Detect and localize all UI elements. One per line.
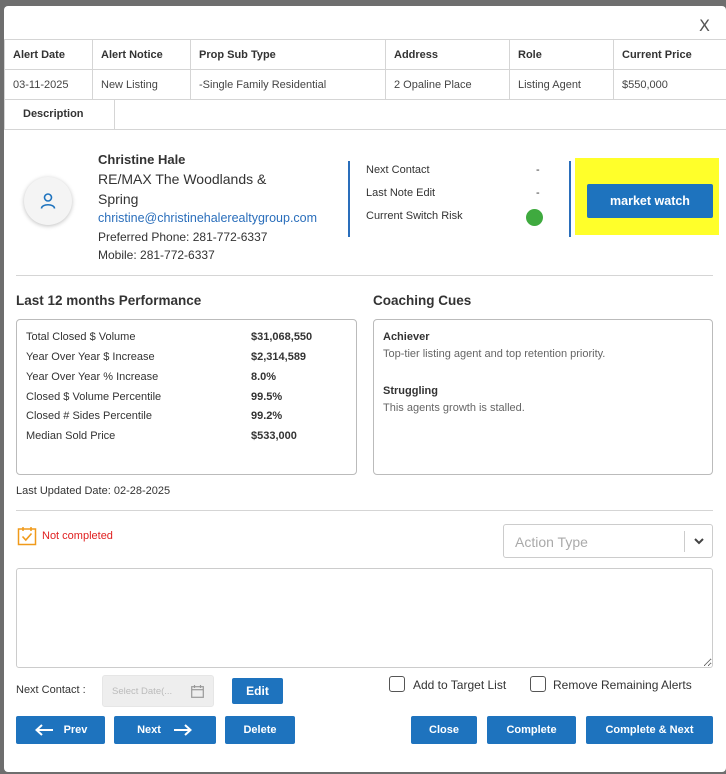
perf-row: Total Closed $ Volume $31,068,550 [26,331,346,343]
agent-office-line2: Spring [98,191,139,207]
avatar [24,177,72,225]
contact-info: Next Contact - Last Note Edit - Current … [366,164,546,233]
perf-label: Closed $ Volume Percentile [26,391,162,403]
cell-address: 2 Opaline Place [385,69,510,100]
perf-label: Closed # Sides Percentile [26,410,152,422]
perf-row: Closed $ Volume Percentile 99.5% [26,391,346,403]
perf-value: 8.0% [251,371,277,383]
last-note-info: Last Note Edit - [366,187,546,210]
cue-text: Top-tier listing agent and top retention… [383,348,606,360]
perf-row: Closed # Sides Percentile 99.2% [26,410,346,422]
status-label: Not completed [42,530,113,542]
cell-alert-notice: New Listing [92,69,191,100]
cell-prop-sub-type: -Single Family Residential [190,69,386,100]
description-row: Description [4,99,726,130]
complete-next-button[interactable]: Complete & Next [586,716,713,744]
next-contact-label: Next Contact : [16,684,86,696]
col-alert-date: Alert Date [4,39,93,70]
close-button[interactable]: Close [411,716,477,744]
next-contact-label: Next Contact [366,164,430,176]
cell-role: Listing Agent [509,69,614,100]
add-target-checkbox[interactable] [389,676,405,692]
divider [16,275,713,276]
calendar-icon[interactable] [191,685,204,698]
perf-label: Year Over Year $ Increase [26,351,155,363]
action-type-placeholder: Action Type [515,534,588,550]
col-prop-sub-type: Prop Sub Type [190,39,386,70]
cell-current-price: $550,000 [613,69,726,100]
agent-preferred-phone: Preferred Phone: 281-772-6337 [98,230,268,244]
last-note-label: Last Note Edit [366,187,436,199]
next-contact-value: - [536,164,540,176]
agent-email-link[interactable]: christine@christinehalerealtygroup.com [98,209,348,228]
perf-value: $533,000 [251,430,297,442]
perf-value: $31,068,550 [251,331,313,343]
edit-button[interactable]: Edit [232,678,283,704]
cue-heading: Struggling [383,385,438,397]
coaching-title: Coaching Cues [373,293,472,308]
arrow-left-icon [34,724,53,736]
performance-title: Last 12 months Performance [16,293,202,308]
notes-textarea[interactable] [16,568,713,668]
agent-mobile: Mobile: 281-772-6337 [98,248,215,262]
perf-value: 99.2% [251,410,283,422]
col-role: Role [509,39,614,70]
switch-risk-info: Current Switch Risk [366,210,546,233]
perf-row: Year Over Year $ Increase $2,314,589 [26,351,346,363]
close-icon[interactable]: X [699,16,710,35]
switch-risk-label: Current Switch Risk [366,210,463,222]
perf-value: 99.5% [251,391,283,403]
delete-button[interactable]: Delete [225,716,295,744]
next-contact-info: Next Contact - [366,164,546,187]
alert-table-header: Alert Date Alert Notice Prop Sub Type Ad… [4,39,726,70]
col-alert-notice: Alert Notice [92,39,191,70]
next-label: Next [137,724,161,736]
next-contact-date-input[interactable]: Select Date(... [102,675,214,707]
divider [569,161,571,237]
col-address: Address [385,39,510,70]
divider [16,510,713,511]
coaching-panel: Achiever Top-tier listing agent and top … [373,319,713,475]
alert-table: Alert Date Alert Notice Prop Sub Type Ad… [4,39,726,100]
agent-name: Christine Hale [98,152,186,167]
prev-button[interactable]: Prev [16,716,105,744]
add-target-label: Add to Target List [413,678,507,692]
complete-button[interactable]: Complete [487,716,576,744]
perf-row: Median Sold Price $533,000 [26,430,346,442]
table-row: 03-11-2025 New Listing -Single Family Re… [4,69,726,100]
market-watch-button[interactable]: market watch [587,184,713,218]
perf-label: Total Closed $ Volume [26,331,136,343]
perf-value: $2,314,589 [251,351,307,363]
switch-risk-indicator [526,209,543,226]
action-type-select[interactable]: Action Type [503,524,713,558]
user-icon [40,193,56,209]
last-updated-date: Last Updated Date: 02-28-2025 [16,485,171,497]
remove-alerts-label: Remove Remaining Alerts [553,678,692,692]
performance-panel: Total Closed $ Volume $31,068,550 Year Ov… [16,319,357,475]
cue-text: This agents growth is stalled. [383,402,525,414]
prev-label: Prev [63,724,88,736]
next-button[interactable]: Next [114,716,216,744]
perf-label: Year Over Year % Increase [26,371,159,383]
last-note-value: - [536,187,540,199]
perf-row: Year Over Year % Increase 8.0% [26,371,346,383]
perf-label: Median Sold Price [26,430,116,442]
cue-heading: Achiever [383,331,430,343]
description-label: Description [4,99,115,130]
calendar-check-icon [17,527,37,546]
select-separator [684,531,685,552]
agent-details: Christine Hale RE/MAX The Woodlands & Sp… [98,150,348,264]
divider [348,161,350,237]
cell-alert-date: 03-11-2025 [4,69,93,100]
arrow-right-icon [173,724,192,736]
date-placeholder: Select Date(... [112,686,173,697]
col-current-price: Current Price [613,39,726,70]
agent-office: RE/MAX The Woodlands & [98,171,267,187]
chevron-down-icon[interactable] [691,533,707,549]
agent-alert-modal: X Alert Date Alert Notice Prop Sub Type … [4,6,726,772]
remove-alerts-checkbox[interactable] [530,676,546,692]
